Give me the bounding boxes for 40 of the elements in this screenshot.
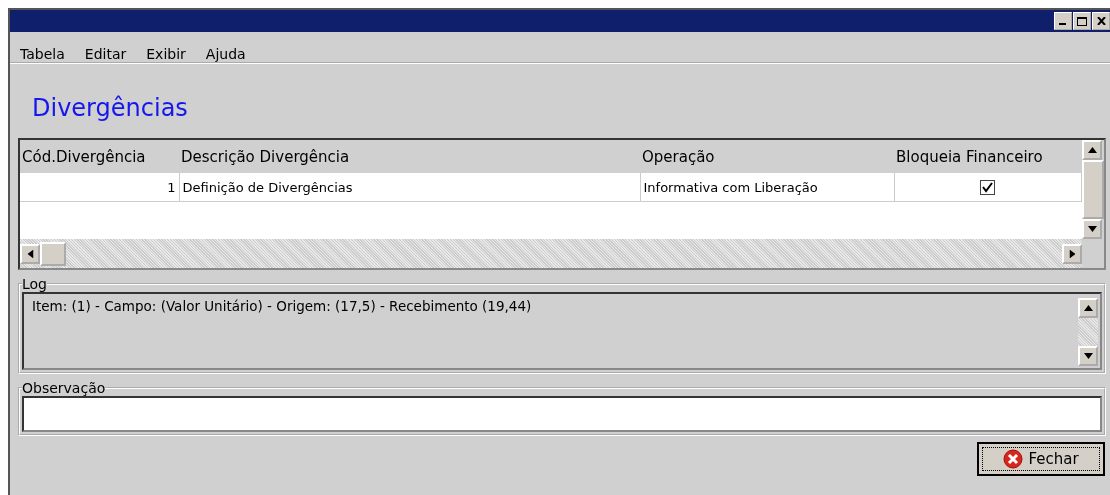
scrollbar-corner	[1082, 239, 1104, 268]
arrow-right-icon	[1069, 249, 1075, 258]
page-heading: Divergências	[32, 94, 189, 124]
menu-item[interactable]: Editar	[84, 46, 127, 62]
minimize-icon[interactable]	[1054, 12, 1072, 30]
table-cell: Informativa com Liberação	[640, 173, 894, 202]
column-header[interactable]: Cód.Divergência	[20, 140, 179, 173]
arrow-left-icon	[27, 249, 33, 258]
maximize-icon[interactable]	[1073, 12, 1091, 30]
scroll-thumb[interactable]	[40, 241, 66, 266]
arrow-up-icon	[1083, 305, 1093, 311]
column-header[interactable]: Bloqueia Financeiro	[894, 140, 1082, 173]
menu-item[interactable]: Ajuda	[205, 46, 246, 62]
table-cell: 1	[20, 173, 179, 202]
log-label: Log	[22, 276, 47, 292]
menu-item[interactable]: Tabela	[20, 46, 65, 62]
arrow-down-icon	[1083, 353, 1093, 359]
column-header[interactable]: Operação	[640, 140, 894, 173]
scroll-up-button[interactable]	[1082, 140, 1102, 160]
observation-label: Observação	[22, 380, 106, 396]
checkbox[interactable]	[980, 180, 996, 195]
menu-item[interactable]: Exibir	[146, 46, 186, 62]
observation-field[interactable]	[22, 396, 1102, 432]
column-header[interactable]: Descrição Divergência	[179, 140, 640, 173]
table-cell: Definição de Divergências	[179, 173, 640, 202]
scroll-thumb[interactable]	[1082, 160, 1104, 219]
scroll-right-button[interactable]	[1062, 243, 1082, 264]
scroll-down-button[interactable]	[1082, 219, 1102, 239]
scroll-down-button[interactable]	[1078, 346, 1098, 366]
close-button[interactable]: Fechar	[977, 442, 1105, 476]
arrow-down-icon	[1087, 226, 1097, 232]
log-line: Item: (1) - Campo: (Valor Unitário) - Origem: (17,5) - Recebimento (19,44)	[32, 298, 532, 314]
close-icon[interactable]	[1092, 12, 1110, 30]
horizontal-scrollbar[interactable]	[20, 239, 1082, 268]
vertical-scrollbar[interactable]	[1082, 140, 1104, 239]
scroll-up-button[interactable]	[1078, 298, 1098, 318]
arrow-up-icon	[1087, 147, 1097, 153]
scroll-left-button[interactable]	[20, 243, 40, 264]
close-icon	[1003, 449, 1024, 469]
log-scrollbar[interactable]	[1078, 298, 1098, 366]
